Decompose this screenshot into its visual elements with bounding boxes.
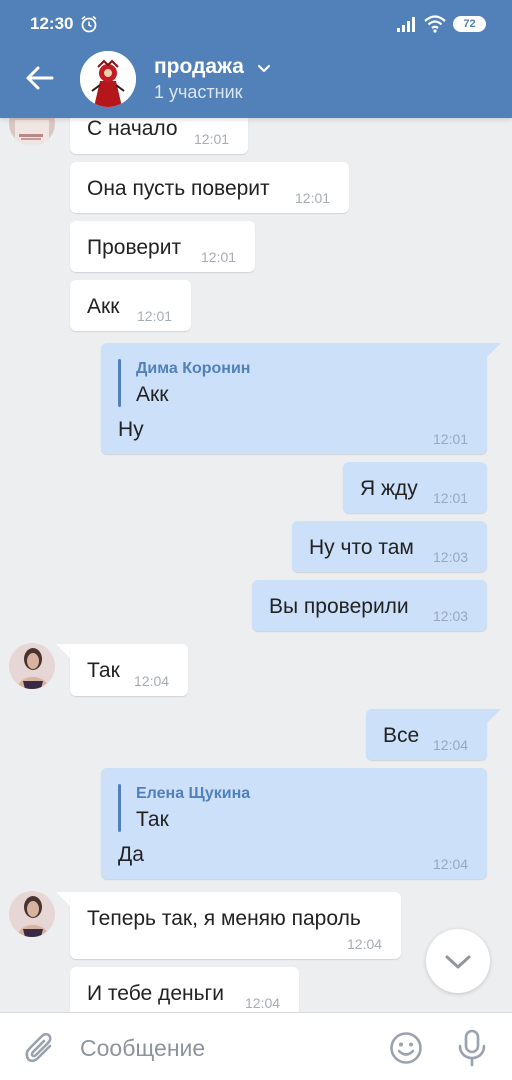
- status-bar: 12:30 72: [0, 0, 512, 48]
- message-bubble[interactable]: И тебе деньги 12:04: [70, 967, 299, 1012]
- message-bubble[interactable]: Елена Щукина Так Да 12:04: [101, 768, 487, 879]
- chat-header: 12:30 72 продажа 1 участник: [0, 0, 512, 118]
- message-text: Проверит: [87, 236, 182, 259]
- reply-quote-bar: [118, 784, 121, 832]
- reply-author: Елена Щукина: [136, 785, 251, 802]
- message-time: 12:03: [433, 608, 469, 624]
- message-text: Все: [383, 724, 420, 747]
- chevron-down-icon[interactable]: [256, 60, 272, 76]
- message-list[interactable]: С начало 12:01 Она пусть поверит 12:01 П…: [0, 0, 512, 1012]
- reply-author: Дима Коронин: [136, 360, 251, 377]
- message-text: Вы проверили: [269, 595, 409, 618]
- message-text: Она пусть поверит: [87, 177, 270, 200]
- message-input[interactable]: [80, 1031, 370, 1065]
- chat-title[interactable]: продажа: [154, 55, 244, 79]
- message-text: С начало: [87, 117, 178, 140]
- message-bubble[interactable]: Так 12:04: [70, 644, 188, 696]
- message-time: 12:04: [433, 737, 469, 753]
- message-time: 12:01: [433, 431, 469, 447]
- message-text: Я жду: [360, 477, 418, 500]
- message-time: 12:03: [433, 549, 469, 565]
- scroll-to-bottom-button[interactable]: [426, 929, 490, 993]
- message-text: Да: [118, 843, 144, 866]
- message-time: 12:01: [194, 131, 230, 147]
- message-bubble[interactable]: Акк 12:01: [70, 280, 191, 331]
- message-bubble[interactable]: Ну что там 12:03: [292, 521, 487, 572]
- message-time: 12:04: [347, 936, 383, 952]
- message-text: Ну: [118, 418, 144, 441]
- message-time: 12:01: [137, 308, 173, 324]
- reply-text: Так: [136, 808, 169, 831]
- reply-quote-bar: [118, 359, 121, 407]
- paperclip-icon[interactable]: [24, 1031, 56, 1065]
- battery-indicator: 72: [453, 16, 486, 32]
- bubble-tail: [56, 644, 70, 658]
- message-bubble[interactable]: Проверит 12:01: [70, 221, 255, 272]
- message-time: 12:01: [201, 249, 237, 265]
- message-bubble[interactable]: Все 12:04: [366, 709, 487, 760]
- bubble-tail: [56, 892, 70, 906]
- message-bubble[interactable]: Вы проверили 12:03: [252, 580, 487, 631]
- chevron-down-icon: [445, 955, 471, 969]
- bubble-tail: [487, 709, 501, 723]
- message-time: 12:01: [433, 490, 469, 506]
- arrow-left-icon[interactable]: [24, 62, 56, 94]
- message-text: Акк: [87, 295, 120, 318]
- message-bubble[interactable]: Дима Коронин Акк Ну 12:01: [101, 343, 487, 454]
- sender-avatar[interactable]: [9, 891, 55, 937]
- message-time: 12:04: [245, 995, 281, 1011]
- smile-icon[interactable]: [389, 1031, 423, 1065]
- message-text: Так: [87, 659, 120, 682]
- message-bubble[interactable]: Я жду 12:01: [343, 462, 487, 513]
- status-time: 12:30: [30, 14, 74, 33]
- alarm-icon: [81, 15, 97, 33]
- chat-member-count: 1 участник: [154, 82, 243, 102]
- message-text: Ну что там: [309, 536, 414, 559]
- signal-icon: [397, 17, 415, 32]
- message-bubble[interactable]: Она пусть поверит 12:01: [70, 162, 349, 213]
- message-time: 12:04: [433, 856, 469, 872]
- message-text: Теперь так, я меняю пароль: [87, 907, 361, 930]
- message-time: 12:04: [134, 673, 170, 689]
- reply-text: Акк: [136, 383, 169, 406]
- chat-avatar[interactable]: [80, 51, 136, 107]
- message-time: 12:01: [295, 190, 331, 206]
- wifi-icon: [424, 15, 446, 33]
- bubble-tail: [487, 343, 501, 357]
- message-bubble[interactable]: Теперь так, я меняю пароль 12:04: [70, 892, 401, 959]
- microphone-icon[interactable]: [456, 1029, 488, 1067]
- message-text: И тебе деньги: [87, 982, 224, 1005]
- message-composer: [0, 1012, 512, 1080]
- sender-avatar[interactable]: [9, 643, 55, 689]
